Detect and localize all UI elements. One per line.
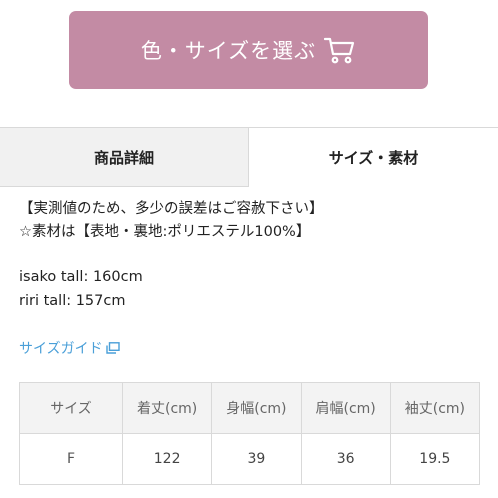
header-length: 着丈(cm) xyxy=(121,382,213,434)
measurement-notes: 【実測値のため、多少の誤差はご容赦下さい】 ☆素材は【表地・裏地:ポリエステル1… xyxy=(19,198,324,244)
cell-size: F xyxy=(19,433,123,485)
external-window-icon xyxy=(105,342,120,354)
material-note: ☆素材は【表地・裏地:ポリエステル100%】 xyxy=(19,224,311,240)
select-color-size-label: 色・サイズを選ぶ xyxy=(140,39,317,63)
cell-length: 122 xyxy=(121,433,213,485)
model-height-isako: isako tall: 160cm xyxy=(19,269,143,285)
size-guide-link[interactable]: サイズガイド xyxy=(19,338,120,358)
header-body-width: 身幅(cm) xyxy=(211,382,302,434)
tab-size-material-label: サイズ・素材 xyxy=(328,148,419,167)
detail-tabs: 商品詳細 サイズ・素材 xyxy=(0,127,498,187)
header-size: サイズ xyxy=(19,382,123,434)
size-guide-label: サイズガイド xyxy=(19,341,103,357)
cell-body-width: 39 xyxy=(211,433,302,485)
tab-product-details-label: 商品詳細 xyxy=(93,148,154,167)
cart-icon xyxy=(324,36,356,64)
cell-sleeve-length: 19.5 xyxy=(389,433,481,485)
header-sleeve-length: 袖丈(cm) xyxy=(389,382,481,434)
tab-size-material[interactable]: サイズ・素材 xyxy=(249,128,498,187)
size-table-header-row: サイズ 着丈(cm) 身幅(cm) 肩幅(cm) 袖丈(cm) xyxy=(19,382,481,434)
model-height-riri: riri tall: 157cm xyxy=(19,293,126,309)
cell-shoulder-width: 36 xyxy=(300,433,391,485)
header-shoulder-width: 肩幅(cm) xyxy=(300,382,391,434)
model-heights: isako tall: 160cm riri tall: 157cm xyxy=(19,265,143,313)
measurement-note: 【実測値のため、多少の誤差はご容赦下さい】 xyxy=(19,201,324,217)
tab-product-details[interactable]: 商品詳細 xyxy=(0,128,249,186)
size-table: サイズ 着丈(cm) 身幅(cm) 肩幅(cm) 袖丈(cm) F 122 39… xyxy=(19,382,481,485)
table-row: F 122 39 36 19.5 xyxy=(19,433,481,485)
select-color-size-button[interactable]: 色・サイズを選ぶ xyxy=(69,11,428,89)
